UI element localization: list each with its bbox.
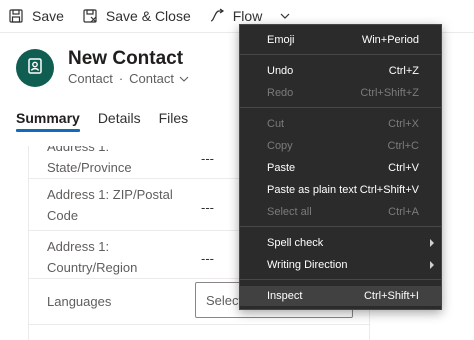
menu-item-label: Writing Direction — [267, 259, 348, 271]
menu-item-label: Redo — [267, 87, 294, 99]
field-label-line: Country/Region — [47, 260, 138, 275]
field-label: Address 1: State/Province — [47, 146, 187, 178]
flow-icon — [209, 8, 225, 24]
form-selector[interactable]: Contact — [129, 71, 174, 86]
field-label-line: Address 1: — [47, 239, 110, 254]
flow-label: Flow — [232, 8, 263, 24]
page-title: New Contact — [68, 48, 184, 69]
menu-item-shortcut: Ctrl+Z — [388, 65, 419, 77]
menu-item-shortcut: Ctrl+X — [388, 118, 419, 130]
menu-item-label: Paste — [267, 162, 296, 174]
field-label: Address 1: ZIP/Postal Code — [47, 184, 187, 226]
menu-item-shortcut: Ctrl+C — [387, 140, 419, 152]
submenu-arrow-icon — [430, 239, 434, 247]
field-label-line: State/Province — [47, 160, 132, 175]
entity-label: Contact — [68, 71, 113, 86]
menu-item-spell-check[interactable]: Spell check — [240, 233, 441, 253]
menu-item-shortcut: Ctrl+A — [388, 206, 419, 218]
menu-item-label: Cut — [267, 118, 285, 130]
context-menu: Emoji Win+Period Undo Ctrl+Z Redo Ctrl+S… — [239, 24, 442, 310]
menu-item-cut[interactable]: Cut Ctrl+X — [240, 114, 441, 134]
menu-item-label: Spell check — [267, 237, 324, 249]
save-close-label: Save & Close — [105, 8, 191, 24]
menu-item-paste[interactable]: Paste Ctrl+V — [240, 158, 441, 178]
chevron-down-icon[interactable] — [178, 73, 190, 85]
menu-item-emoji[interactable]: Emoji Win+Period — [240, 30, 441, 50]
menu-item-undo[interactable]: Undo Ctrl+Z — [240, 61, 441, 81]
field-label: Address 1: Country/Region — [47, 236, 187, 278]
save-and-close-button[interactable]: Save & Close — [74, 0, 201, 32]
menu-item-label: Select all — [267, 206, 312, 218]
menu-item-shortcut: Ctrl+Shift+Z — [360, 87, 419, 99]
menu-item-shortcut: Ctrl+Shift+I — [363, 290, 419, 302]
save-label: Save — [32, 8, 64, 24]
menu-item-select-all[interactable]: Select all Ctrl+A — [240, 202, 441, 222]
save-button[interactable]: Save — [0, 0, 74, 32]
field-label-line: Address 1: — [47, 146, 110, 154]
menu-divider — [240, 54, 441, 55]
contact-card-icon — [26, 57, 44, 80]
field-value[interactable]: --- — [201, 251, 214, 266]
menu-item-label: Paste as plain text — [267, 184, 357, 196]
menu-item-paste-plain-text[interactable]: Paste as plain text Ctrl+Shift+V — [240, 180, 441, 200]
menu-item-label: Undo — [267, 65, 294, 77]
contact-form-window: Save Save & Close Flow New Contact Conta… — [0, 0, 474, 340]
menu-item-shortcut: Win+Period — [361, 34, 419, 46]
separator-dot: · — [118, 71, 124, 86]
menu-item-writing-direction[interactable]: Writing Direction — [240, 255, 441, 275]
save-close-icon — [82, 8, 98, 24]
field-value[interactable]: --- — [201, 151, 214, 166]
menu-item-label: Emoji — [267, 34, 295, 46]
menu-item-inspect[interactable]: Inspect Ctrl+Shift+I — [240, 286, 441, 306]
menu-item-label: Inspect — [267, 290, 303, 302]
tab-summary[interactable]: Summary — [16, 108, 80, 132]
field-label: Languages — [47, 294, 112, 309]
submenu-arrow-icon — [430, 261, 434, 269]
field-label-line: Code — [47, 208, 79, 223]
menu-divider — [240, 226, 441, 227]
field-label-line: Address 1: ZIP/Postal — [47, 187, 173, 202]
menu-divider — [240, 107, 441, 108]
menu-item-redo[interactable]: Redo Ctrl+Shift+Z — [240, 83, 441, 103]
tab-files[interactable]: Files — [159, 108, 189, 132]
chevron-down-icon[interactable] — [278, 9, 292, 23]
field-value[interactable]: --- — [201, 200, 214, 215]
entity-breadcrumb: Contact · Contact — [68, 71, 190, 86]
menu-item-shortcut: Ctrl+Shift+V — [359, 184, 419, 196]
form-tabs: Summary Details Files — [0, 108, 206, 136]
menu-item-shortcut: Ctrl+V — [388, 162, 419, 174]
menu-item-copy[interactable]: Copy Ctrl+C — [240, 136, 441, 156]
menu-divider — [240, 279, 441, 280]
save-icon — [8, 8, 24, 24]
tab-details[interactable]: Details — [98, 108, 141, 132]
menu-item-label: Copy — [267, 140, 293, 152]
avatar — [16, 49, 54, 87]
